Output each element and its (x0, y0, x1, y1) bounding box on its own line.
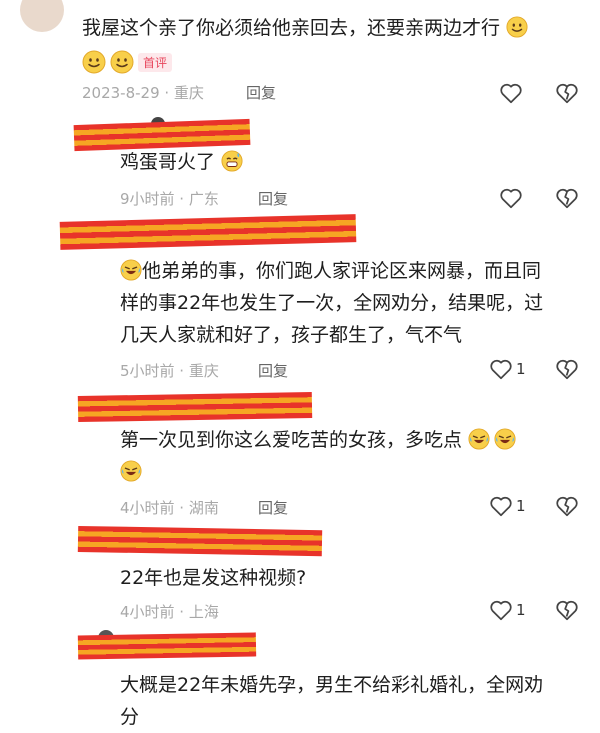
heart-icon[interactable] (488, 356, 514, 382)
comment-3-line-3: 几天人家就和好了，孩子都生了，气不气 (120, 324, 463, 346)
comment-1-emoji-row: 首评 (82, 50, 173, 74)
laugh-cry-emoji-icon (468, 428, 490, 450)
redacted-username (77, 525, 323, 557)
first-comment-badge: 首评 (138, 52, 173, 72)
heart-icon[interactable] (488, 597, 514, 623)
comment-3-line-2: 样的事22年也发生了一次，全网劝分，结果呢，过 (120, 292, 544, 314)
redacted-username (77, 630, 257, 660)
comment-1: 我屋这个亲了你必须给他亲回去，还要亲两边才行 (82, 12, 582, 44)
heart-icon[interactable] (498, 80, 524, 106)
comment-2-meta: 9小时前 · 广东 (120, 190, 219, 208)
heart-icon[interactable] (498, 185, 524, 211)
comment-6-line-1: 大概是22年未婚先孕，男生不给彩礼婚礼，全网劝 (120, 674, 544, 696)
laugh-cry-emoji-icon (120, 460, 142, 482)
comment-5-text: 22年也是发这种视频? (120, 567, 307, 589)
smile-emoji-icon (506, 16, 528, 38)
comment-1-text: 我屋这个亲了你必须给他亲回去，还要亲两边才行 (82, 17, 501, 39)
comment-2: 鸡蛋哥火了 (120, 146, 243, 178)
like-count: 1 (516, 601, 526, 619)
comment-6-line-2: 分 (120, 706, 140, 728)
heart-icon[interactable] (488, 493, 514, 519)
comment-4: 第一次见到你这么爱吃苦的女孩，多吃点 (120, 424, 590, 488)
smile-emoji-icon (82, 50, 106, 74)
comment-1-meta: 2023-8-29 · 重庆 (82, 84, 204, 102)
broken-heart-icon[interactable] (554, 356, 580, 382)
redacted-username (59, 214, 357, 250)
avatar[interactable] (20, 0, 64, 32)
reply-button[interactable]: 回复 (258, 497, 288, 518)
laugh-cry-emoji-icon (120, 259, 142, 281)
reply-button[interactable]: 回复 (258, 188, 288, 209)
redacted-username (77, 391, 313, 423)
comment-3-line-1: 他弟弟的事，你们跑人家评论区来网暴，而且同 (142, 260, 542, 282)
grin-sweat-emoji-icon (221, 150, 243, 172)
comment-4-line-1: 第一次见到你这么爱吃苦的女孩，多吃点 (120, 429, 463, 451)
reply-button[interactable]: 回复 (258, 360, 288, 381)
broken-heart-icon[interactable] (554, 493, 580, 519)
broken-heart-icon[interactable] (554, 185, 580, 211)
comment-3: 他弟弟的事，你们跑人家评论区来网暴，而且同 样的事22年也发生了一次，全网劝分，… (120, 255, 590, 351)
broken-heart-icon[interactable] (554, 80, 580, 106)
comment-5-meta: 4小时前 · 上海 (120, 603, 219, 621)
comment-6: 大概是22年未婚先孕，男生不给彩礼婚礼，全网劝 分 (120, 669, 590, 733)
comment-2-text: 鸡蛋哥火了 (120, 151, 216, 173)
comment-4-meta: 4小时前 · 湖南 (120, 499, 219, 517)
like-count: 1 (516, 360, 526, 378)
broken-heart-icon[interactable] (554, 597, 580, 623)
like-count: 1 (516, 497, 526, 515)
comment-3-meta: 5小时前 · 重庆 (120, 362, 219, 380)
reply-button[interactable]: 回复 (246, 82, 276, 103)
smile-emoji-icon (110, 50, 134, 74)
laugh-cry-emoji-icon (494, 428, 516, 450)
